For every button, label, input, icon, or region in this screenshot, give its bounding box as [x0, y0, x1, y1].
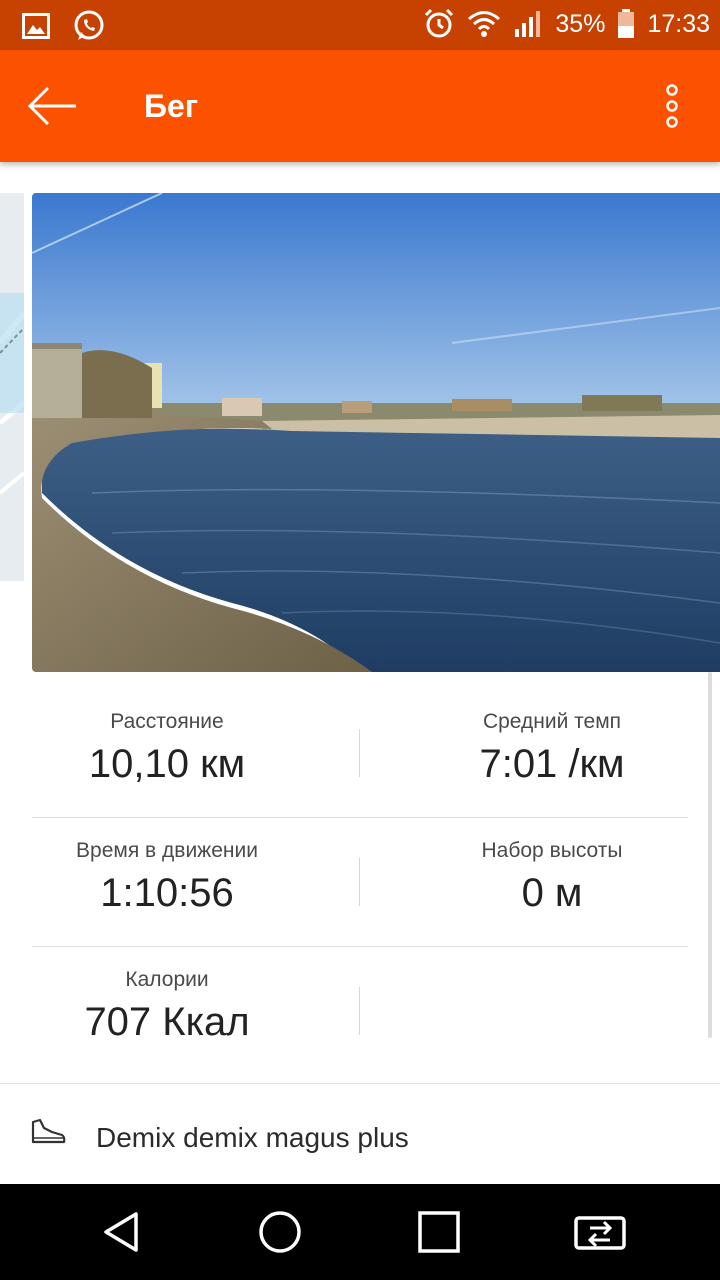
stat-value: 10,10 км	[88, 742, 246, 786]
signal-icon	[515, 11, 541, 37]
stat-distance: Расстояние 10,10 км	[17, 710, 317, 787]
nav-switch-apps-button[interactable]	[572, 1208, 628, 1256]
more-options-button[interactable]	[648, 78, 696, 134]
app-bar: Бег	[0, 50, 720, 162]
stat-elevation: Набор высоты 0 м	[402, 839, 702, 916]
activity-photo[interactable]	[32, 193, 720, 672]
back-triangle-icon	[104, 1212, 138, 1252]
stat-label: Время в движении	[76, 839, 258, 862]
divider	[359, 987, 360, 1035]
nav-back-button[interactable]	[98, 1208, 146, 1256]
stat-value: 7:01 /км	[479, 742, 625, 786]
navigation-bar	[0, 1184, 720, 1280]
nav-recents-button[interactable]	[415, 1208, 463, 1256]
gear-row[interactable]: Demix demix magus plus	[0, 1084, 720, 1184]
battery-percent: 35%	[555, 9, 606, 38]
alarm-icon	[425, 8, 454, 38]
nav-home-button[interactable]	[256, 1208, 304, 1256]
gallery-icon	[22, 13, 50, 39]
more-vertical-icon	[666, 84, 678, 128]
battery-icon	[618, 9, 635, 38]
wifi-icon	[468, 11, 501, 37]
stat-calories: Калории 707 Ккал	[17, 968, 317, 1045]
divider	[359, 858, 360, 906]
stat-value: 707 Ккал	[84, 1000, 250, 1044]
whatsapp-icon	[74, 10, 104, 40]
clock: 17:33	[647, 9, 710, 38]
arrow-left-icon	[27, 86, 76, 126]
divider	[32, 946, 688, 947]
recents-square-icon	[418, 1211, 460, 1253]
scroll-indicator	[708, 672, 712, 1038]
stat-moving-time: Время в движении 1:10:56	[17, 839, 317, 916]
gear-name: Demix demix magus plus	[96, 1122, 409, 1153]
divider	[359, 729, 360, 777]
status-bar: 35% 17:33	[0, 0, 720, 50]
stat-label: Средний темп	[482, 710, 622, 733]
home-circle-icon	[259, 1211, 301, 1253]
stat-label: Расстояние	[110, 710, 224, 733]
stat-pace: Средний темп 7:01 /км	[402, 710, 702, 787]
stat-label: Набор высоты	[481, 839, 623, 862]
stat-value: 1:10:56	[100, 871, 234, 915]
switch-apps-icon	[574, 1216, 626, 1250]
back-button[interactable]	[24, 78, 84, 134]
route-map-thumbnail[interactable]	[0, 193, 24, 581]
stat-label: Калории	[125, 968, 209, 991]
page-title: Бег	[144, 88, 199, 124]
stat-value: 0 м	[521, 871, 583, 915]
divider	[32, 817, 688, 818]
shoe-icon	[31, 1118, 66, 1144]
